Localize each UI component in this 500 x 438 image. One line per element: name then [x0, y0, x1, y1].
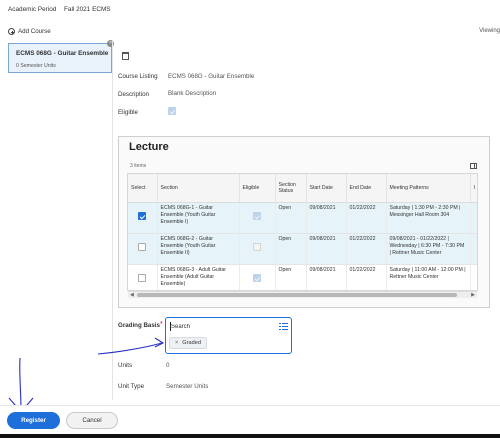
select-checkbox[interactable]	[138, 212, 147, 220]
register-button[interactable]: Register	[7, 412, 60, 429]
unit-type-label: Unit Type	[118, 383, 145, 390]
table-row[interactable]: ECMS 068G-2 - Guitar Ensemble (Youth Gui…	[128, 233, 477, 265]
course-listing-value: ECMS 068G - Guitar Ensemble	[168, 73, 255, 80]
column-header[interactable]: Eligible	[239, 174, 276, 203]
course-card[interactable]: ECMS 068G - Guitar Ensemble 0 Semester U…	[8, 43, 112, 73]
required-indicator: *	[160, 321, 163, 328]
column-header[interactable]: Select	[128, 174, 158, 203]
eligible-checkbox	[168, 107, 176, 115]
taskbar-edge	[0, 434, 500, 438]
meeting-pattern-cell: Saturday | 1:30 PM - 2:30 PM | Messinger…	[386, 202, 471, 234]
grading-search-input[interactable]	[171, 321, 271, 332]
overflow-cell	[470, 264, 477, 290]
eligible-checkbox	[253, 274, 261, 282]
course-card-title: ECMS 068G - Guitar Ensemble	[16, 50, 109, 57]
eligible-checkbox	[253, 212, 261, 220]
academic-period-value: Fall 2021 ECMS	[64, 6, 111, 13]
column-header[interactable]: Section Status	[275, 174, 307, 203]
table-header-row: Select Section Eligible Section Status S…	[128, 174, 477, 203]
lecture-title: Lecture	[129, 141, 169, 153]
description-value: Blank Description	[168, 90, 217, 97]
add-course-label: Add Course	[18, 28, 51, 35]
start-date-cell: 09/08/2021	[306, 264, 347, 290]
viewing-label: Viewing	[479, 28, 500, 34]
select-checkbox[interactable]	[138, 243, 147, 251]
description-label: Description	[118, 91, 149, 98]
scroll-thumb[interactable]	[137, 293, 457, 297]
end-date-cell: 01/22/2022	[346, 264, 387, 290]
status-cell: Open	[275, 264, 307, 290]
scroll-left-icon[interactable]: ◀	[130, 292, 134, 298]
table-row[interactable]: ECMS 068G-3 - Adult Guitar Ensemble (Adu…	[128, 264, 477, 290]
cancel-button[interactable]: Cancel	[66, 412, 118, 429]
items-count: 3 items	[130, 163, 147, 169]
status-cell: Open	[275, 202, 307, 234]
course-card-units: 0 Semester Units	[16, 63, 56, 69]
column-header[interactable]: End Date	[346, 174, 387, 203]
section-cell: ECMS 068G-3 - Adult Guitar Ensemble (Adu…	[157, 264, 240, 290]
annotation-arrow	[97, 337, 165, 355]
status-cell: Open	[275, 233, 307, 265]
grid-view-icon[interactable]	[470, 163, 477, 169]
academic-period-label: Academic Period	[8, 6, 57, 13]
remove-pill-icon[interactable]: ×	[175, 340, 178, 346]
meeting-pattern-cell: 09/08/2021 - 01/22/2022 | Wednesday | 6:…	[386, 233, 471, 265]
sections-table: Select Section Eligible Section Status S…	[127, 173, 478, 291]
eligible-label: Eligible	[118, 109, 138, 116]
horizontal-scrollbar[interactable]: ◀ ▶	[128, 291, 477, 298]
end-date-cell: 01/22/2022	[346, 233, 387, 265]
list-prompt-icon[interactable]	[279, 322, 288, 330]
units-value: 0	[166, 362, 170, 369]
units-label: Units	[118, 362, 133, 369]
add-circle-icon	[8, 28, 15, 35]
overflow-cell	[470, 202, 477, 234]
column-header[interactable]: Section	[157, 174, 240, 203]
table-row[interactable]: ECMS 068G-1 - Guitar Ensemble (Youth Gui…	[128, 202, 477, 234]
scroll-right-icon[interactable]: ▶	[471, 292, 475, 298]
section-cell: ECMS 068G-2 - Guitar Ensemble (Youth Gui…	[157, 233, 240, 265]
course-listing-label: Course Listing	[118, 73, 158, 80]
column-header[interactable]: Start Date	[306, 174, 347, 203]
unit-type-value: Semester Units	[166, 383, 209, 390]
section-cell: ECMS 068G-1 - Guitar Ensemble (Youth Gui…	[157, 202, 240, 234]
pill-label: Graded	[182, 340, 201, 346]
meeting-pattern-cell: Saturday | 11:00 AM - 12:00 PM | Rettner…	[386, 264, 471, 290]
end-date-cell: 01/22/2022	[346, 202, 387, 234]
select-checkbox[interactable]	[138, 274, 147, 282]
calendar-icon[interactable]	[122, 52, 129, 60]
grading-basis-label: Grading Basis	[118, 322, 160, 329]
selected-grading-pill: × Graded	[169, 337, 207, 349]
column-header[interactable]: I	[470, 174, 477, 203]
overflow-cell	[470, 233, 477, 265]
start-date-cell: 09/08/2021	[306, 233, 347, 265]
add-course-button[interactable]: Add Course	[8, 28, 51, 35]
eligible-checkbox	[253, 243, 261, 251]
column-header[interactable]: Meeting Patterns	[386, 174, 471, 203]
start-date-cell: 09/08/2021	[306, 202, 347, 234]
